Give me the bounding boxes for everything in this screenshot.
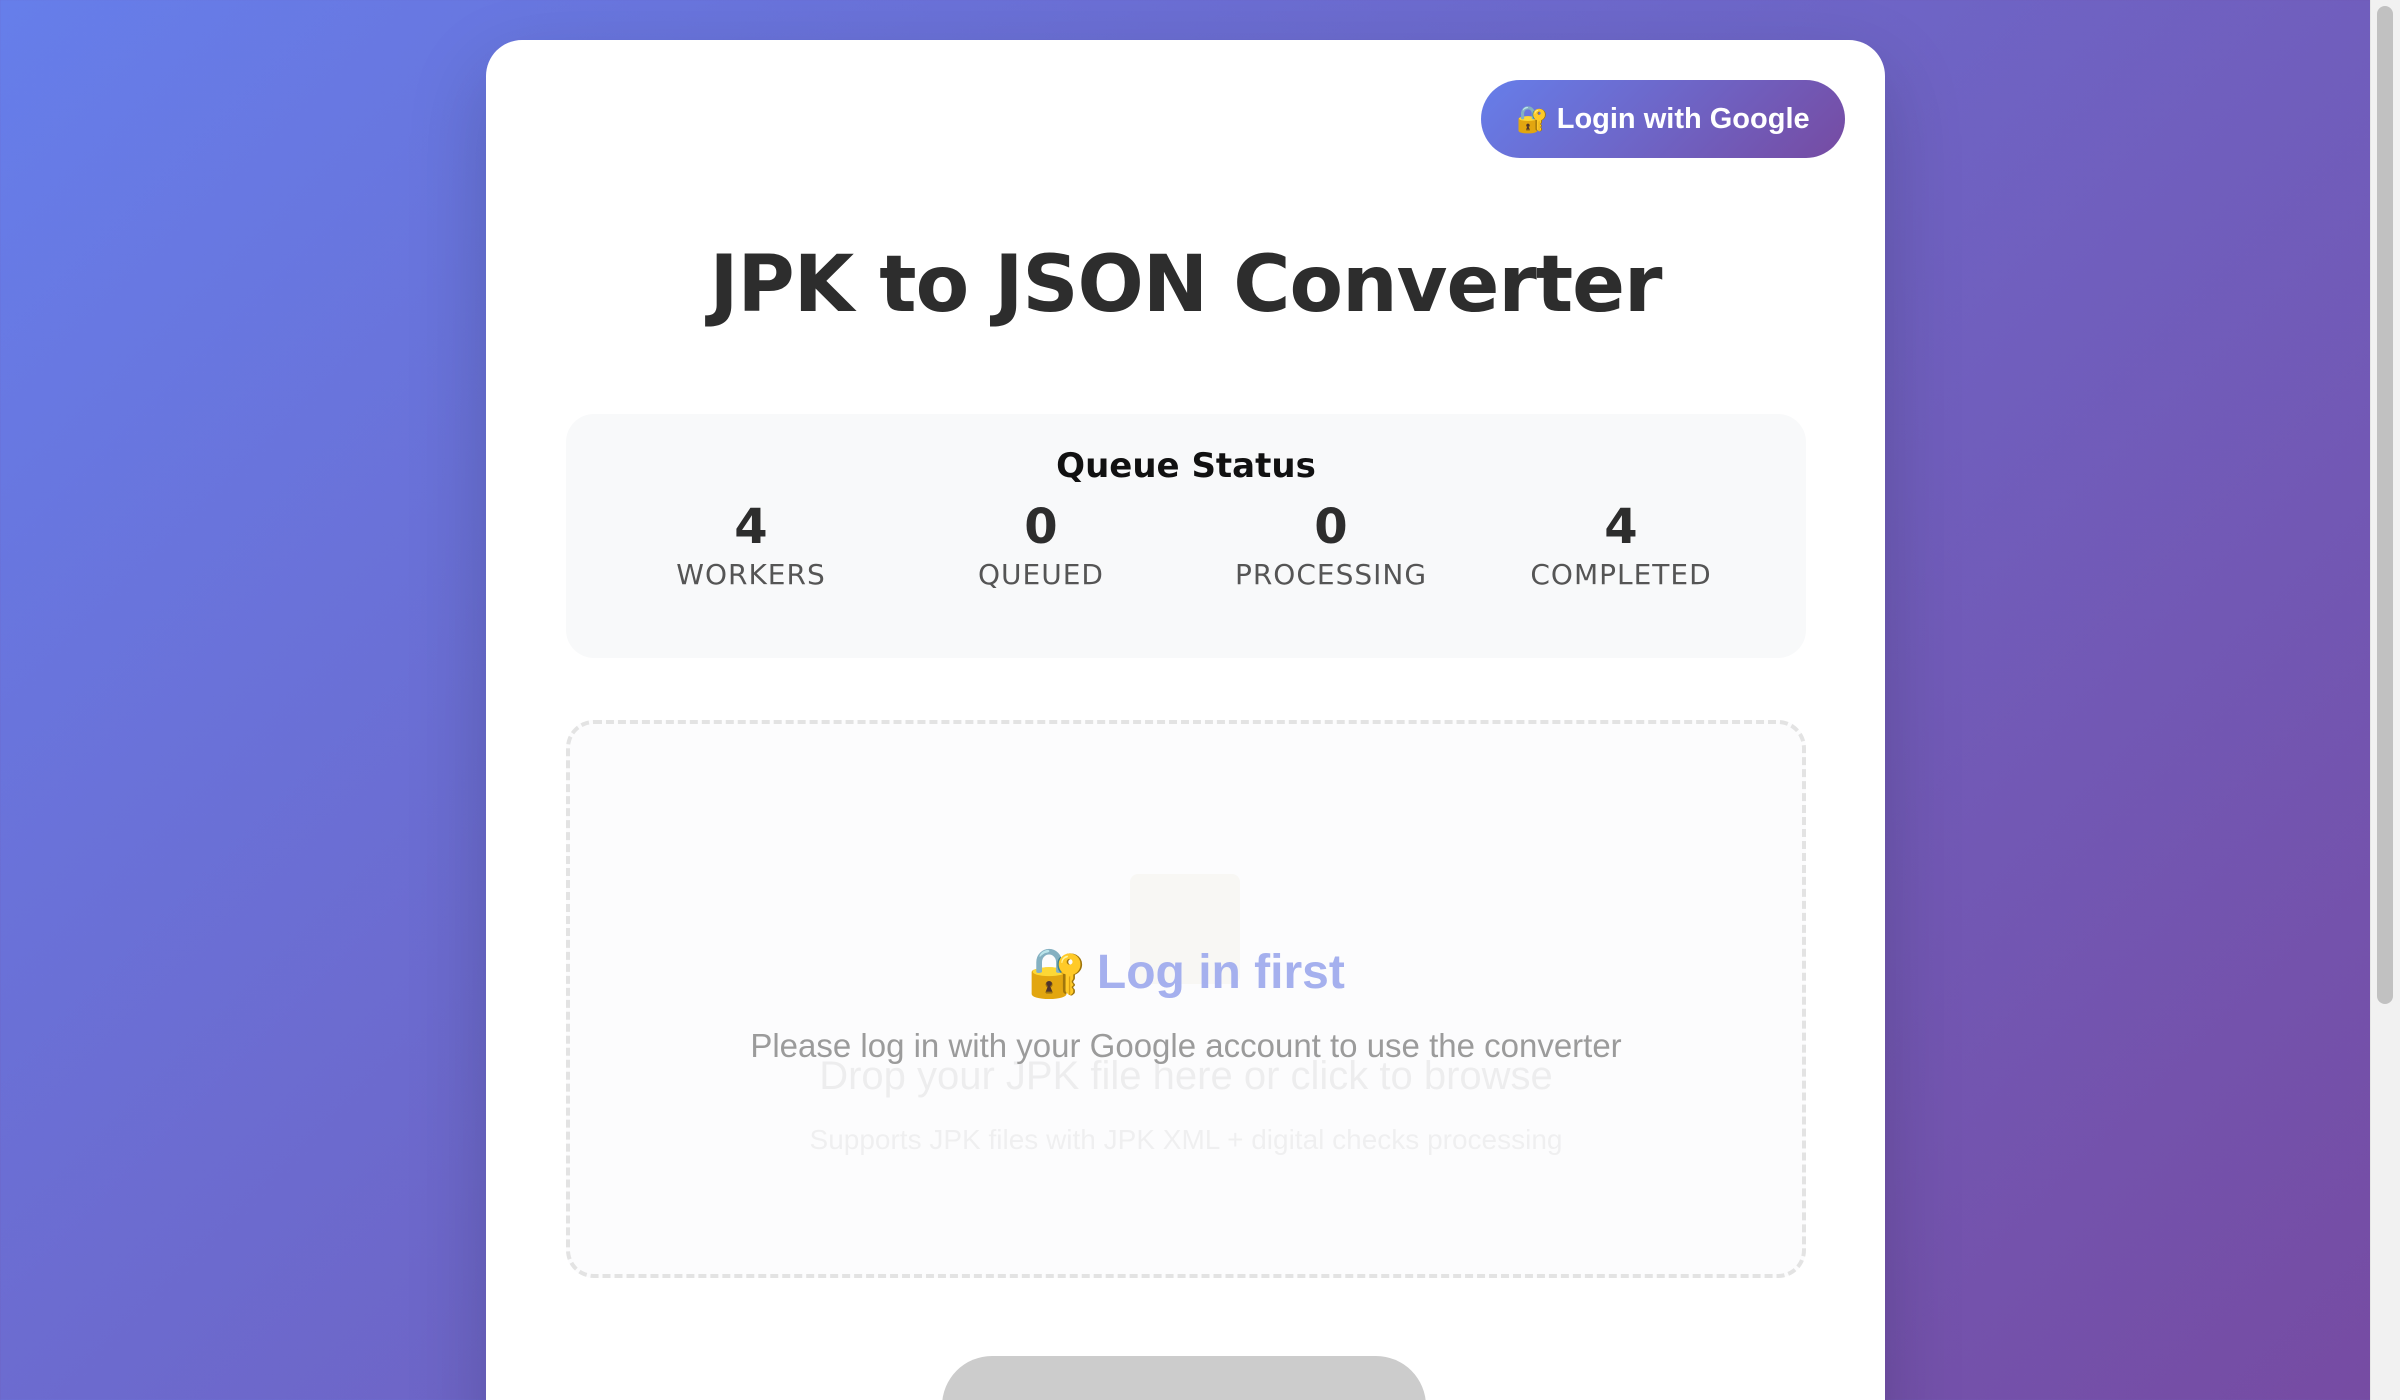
drop-zone-subtext: Supports JPK files with JPK XML + digita… <box>809 1124 1563 1155</box>
queue-status-title: Queue Status <box>1056 446 1316 486</box>
lock-key-icon: 🔐 <box>1516 103 1549 134</box>
stat-label: PROCESSING <box>1234 558 1428 591</box>
stat-label: WORKERS <box>676 558 826 591</box>
stat-value: 0 <box>1314 499 1348 555</box>
lock-key-icon: 🔐 <box>1027 947 1087 1000</box>
scrollbar-thumb[interactable] <box>2377 6 2393 1004</box>
queue-status-panel: Queue Status 4 WORKERS 0 QUEUED 0 PROCES… <box>566 414 1806 658</box>
convert-to-json-button[interactable]: CONVERT TO JSON <box>942 1356 1426 1400</box>
login-notice-message: Please log in with your Google account t… <box>750 1027 1622 1064</box>
file-drop-zone[interactable]: Drop your JPK file here or click to brow… <box>566 720 1806 1278</box>
main-card: 🔐 Login with Google JPK to JSON Converte… <box>486 40 1885 1400</box>
stat-label: QUEUED <box>978 558 1104 591</box>
login-required-notice: 🔐 Log in first Please log in with your G… <box>570 944 1802 1065</box>
login-notice-title: 🔐 Log in first <box>1027 944 1345 1001</box>
stat-queued: 0 QUEUED <box>911 500 1171 591</box>
login-notice-title-text: Log in first <box>1096 946 1345 999</box>
stat-value: 4 <box>734 499 768 555</box>
stat-value: 4 <box>1604 499 1638 555</box>
stat-processing: 0 PROCESSING <box>1201 500 1461 591</box>
login-with-google-button[interactable]: 🔐 Login with Google <box>1481 80 1845 158</box>
login-button-label: Login with Google <box>1556 102 1810 135</box>
page-title: JPK to JSON Converter <box>709 240 1663 330</box>
stat-completed: 4 COMPLETED <box>1491 500 1751 591</box>
queue-stats: 4 WORKERS 0 QUEUED 0 PROCESSING 4 COMPLE… <box>566 500 1806 591</box>
stat-workers: 4 WORKERS <box>621 500 881 591</box>
page-scrollbar[interactable] <box>2370 0 2400 1400</box>
stat-value: 0 <box>1024 499 1058 555</box>
stat-label: COMPLETED <box>1530 558 1712 591</box>
